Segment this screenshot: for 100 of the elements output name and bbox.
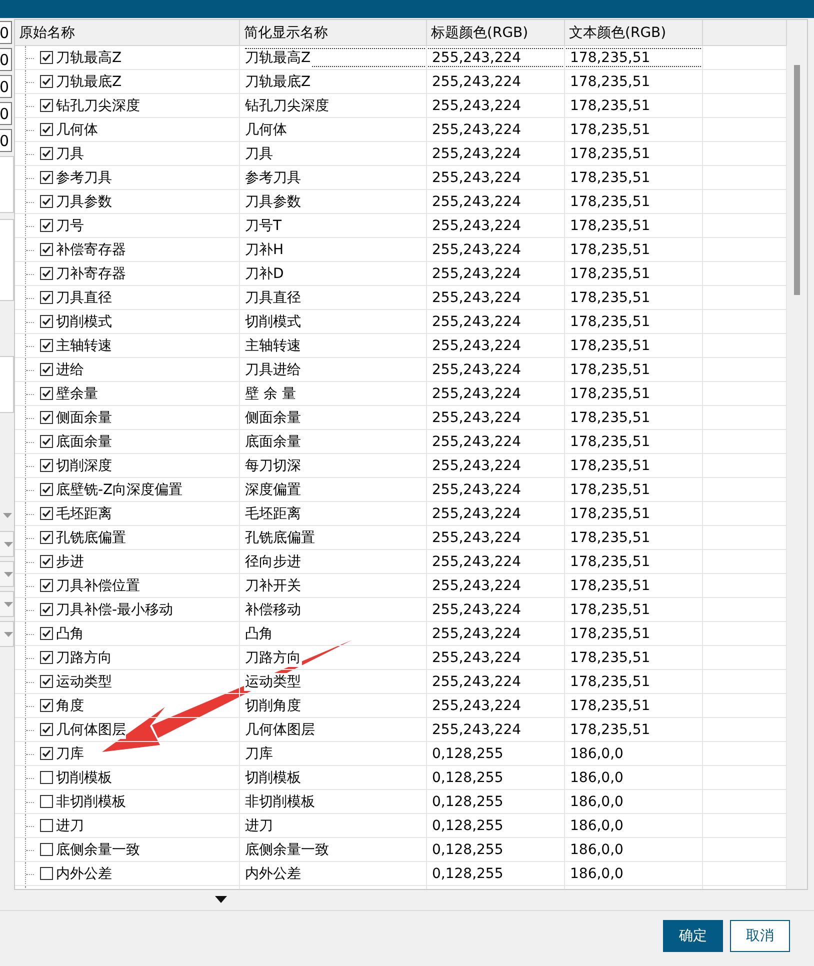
checkbox[interactable] (40, 867, 53, 880)
table-cell: 刀具补偿-最小移动 (56, 600, 174, 618)
table-cell: 255,243,224 (431, 530, 522, 546)
table-cell: 凸角 (244, 624, 274, 642)
table-cell: 178,235,51 (569, 458, 652, 474)
table-cell: 底面余量 (56, 432, 112, 450)
checkbox[interactable] (40, 147, 53, 160)
number-field[interactable]: 0 (0, 102, 12, 125)
table-cell: 0,128,255 (431, 770, 504, 786)
checkbox[interactable] (40, 651, 53, 664)
cancel-button[interactable]: 取消 (730, 920, 790, 952)
table-cell: 255,243,224 (431, 218, 522, 234)
dropdown[interactable] (0, 591, 14, 617)
column-header[interactable]: 简化显示名称 (240, 20, 427, 45)
table-cell: 0,128,255 (431, 746, 504, 762)
checkbox[interactable] (40, 195, 53, 208)
checkbox[interactable] (40, 507, 53, 520)
checkbox[interactable] (40, 771, 53, 784)
checkbox[interactable] (40, 267, 53, 280)
checkbox[interactable] (40, 723, 53, 736)
checkbox[interactable] (40, 627, 53, 640)
table-cell: 刀库 (244, 744, 274, 762)
checkbox[interactable] (40, 843, 53, 856)
checkbox[interactable] (40, 123, 53, 136)
checkbox[interactable] (40, 243, 53, 256)
table-cell: 178,235,51 (569, 98, 652, 114)
number-field[interactable]: 0 (0, 129, 12, 152)
dropdown[interactable] (0, 561, 14, 587)
number-field[interactable]: 0 (0, 75, 12, 98)
table-cell: 毛坯距离 (56, 504, 112, 522)
table-cell: 255,243,224 (431, 578, 522, 594)
column-header[interactable]: 文本颜色(RGB) (565, 20, 703, 45)
checkbox[interactable] (40, 291, 53, 304)
dropdown[interactable] (0, 621, 14, 647)
checkbox[interactable] (40, 387, 53, 400)
checkbox[interactable] (40, 51, 53, 64)
checkbox[interactable] (40, 99, 53, 112)
table-cell: 178,235,51 (569, 362, 652, 378)
table-cell: 178,235,51 (569, 290, 652, 306)
table-cell: 步进 (56, 552, 84, 570)
checkbox[interactable] (40, 459, 53, 472)
dropdown[interactable] (0, 531, 14, 557)
table-cell: 178,235,51 (569, 434, 652, 450)
table-cell: 刀补D (244, 264, 285, 282)
table-cell: 补偿寄存器 (56, 240, 126, 258)
checkbox[interactable] (40, 75, 53, 88)
number-field[interactable]: 0 (0, 48, 12, 71)
checkbox[interactable] (40, 747, 53, 760)
table-cell: 底壁铣-Z向深度偏置 (56, 480, 183, 498)
table-cell: 运动类型 (244, 672, 302, 690)
table-cell: 孔铣底偏置 (244, 528, 316, 546)
caret-down-icon[interactable] (215, 896, 227, 903)
table-cell: 切削模式 (244, 312, 302, 330)
table-cell: 每刀切深 (244, 456, 302, 474)
checkbox[interactable] (40, 171, 53, 184)
checkbox[interactable] (40, 435, 53, 448)
table-cell: 178,235,51 (569, 386, 652, 402)
checkbox[interactable] (40, 603, 53, 616)
checkbox[interactable] (40, 315, 53, 328)
checkbox[interactable] (40, 795, 53, 808)
checkbox[interactable] (40, 819, 53, 832)
scrollbar-thumb[interactable] (794, 65, 800, 295)
caret-down-icon (3, 512, 12, 518)
table-cell: 几何体图层 (56, 720, 126, 738)
number-field[interactable]: 0 (0, 21, 12, 44)
table-cell: 钻孔刀尖深度 (56, 96, 140, 114)
table-cell: 178,235,51 (569, 578, 652, 594)
checkbox[interactable] (40, 339, 53, 352)
table-cell: 178,235,51 (569, 410, 652, 426)
caret-down-icon (4, 542, 13, 546)
checkbox[interactable] (40, 579, 53, 592)
table-cell: 0,128,255 (431, 842, 504, 858)
table-cell: 0,128,255 (431, 866, 504, 882)
checkbox[interactable] (40, 699, 53, 712)
table-cell: 178,235,51 (569, 170, 652, 186)
table-cell: 178,235,51 (569, 146, 652, 162)
table-cell: 178,235,51 (569, 338, 652, 354)
table-cell: 进给 (56, 360, 84, 378)
checkbox[interactable] (40, 219, 53, 232)
checkbox[interactable] (40, 363, 53, 376)
table-cell: 255,243,224 (431, 146, 522, 162)
checkbox[interactable] (40, 483, 53, 496)
checkbox[interactable] (40, 555, 53, 568)
table-cell: 255,243,224 (431, 362, 522, 378)
column-header[interactable]: 标题颜色(RGB) (427, 20, 565, 45)
table-cell: 刀轨最底Z (56, 72, 122, 90)
table-cell: 255,243,224 (431, 650, 522, 666)
checkbox[interactable] (40, 531, 53, 544)
table-cell: 切削角度 (244, 696, 302, 714)
table-cell: 运动类型 (56, 672, 112, 690)
table-cell: 178,235,51 (569, 482, 652, 498)
table-cell: 侧面余量 (244, 408, 302, 426)
table-cell: 178,235,51 (569, 602, 652, 618)
table-cell: 178,235,51 (569, 698, 652, 714)
checkbox[interactable] (40, 411, 53, 424)
table-cell: 底侧余量一致 (56, 840, 140, 858)
table-cell: 孔铣底偏置 (56, 528, 126, 546)
column-header[interactable]: 原始名称 (15, 20, 240, 45)
ok-button[interactable]: 确定 (663, 920, 723, 952)
checkbox[interactable] (40, 675, 53, 688)
